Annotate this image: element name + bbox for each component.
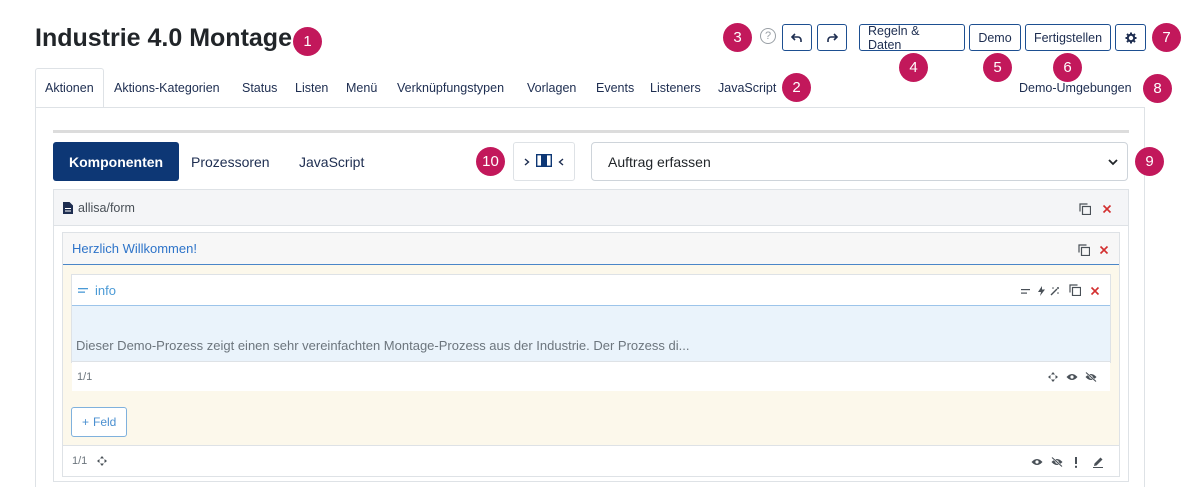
annotation-badge-8: 8: [1143, 74, 1172, 103]
tab-verknuepfungstypen[interactable]: Verknüpfungstypen: [397, 68, 504, 108]
eye-slash-icon[interactable]: [1084, 370, 1098, 384]
tab-menu[interactable]: Menü: [346, 68, 377, 108]
copy-icon[interactable]: [1078, 202, 1092, 216]
bolt-icon[interactable]: [1034, 284, 1048, 298]
divider: [53, 130, 1129, 133]
gear-icon: [1125, 32, 1136, 43]
eye-slash-icon[interactable]: [1050, 455, 1064, 469]
section-pager: 1/1: [72, 455, 88, 467]
field-footer: 1/1: [72, 361, 1110, 391]
section-title[interactable]: Herzlich Willkommen!: [72, 241, 197, 256]
annotation-badge-9: 9: [1135, 147, 1164, 176]
redo-button[interactable]: [817, 24, 847, 51]
delete-icon[interactable]: [1100, 202, 1114, 216]
field-info: info Dieser Demo-Prozess zeigt einen seh…: [71, 274, 1111, 391]
rules-data-button[interactable]: Regeln & Daten: [859, 24, 965, 52]
tab-status[interactable]: Status: [242, 68, 277, 108]
main-tabs: Aktionen Aktions-Kategorien Status Liste…: [35, 68, 1186, 108]
eye-icon[interactable]: [1030, 455, 1044, 469]
tab-javascript[interactable]: JavaScript: [718, 68, 776, 108]
subtab-prozessoren[interactable]: Prozessoren: [191, 142, 270, 181]
form-name: allisa/form: [78, 200, 135, 215]
exclamation-icon[interactable]: [1069, 455, 1083, 469]
align-icon[interactable]: [1018, 284, 1032, 298]
chevron-left-icon: [558, 155, 564, 169]
tab-aktionen[interactable]: Aktionen: [35, 68, 104, 108]
move-icon[interactable]: [97, 456, 108, 466]
tab-events[interactable]: Events: [596, 68, 634, 108]
section-header: Herzlich Willkommen!: [63, 233, 1119, 265]
section-footer: 1/1: [63, 445, 1119, 476]
tab-vorlagen[interactable]: Vorlagen: [527, 68, 576, 108]
chevron-right-icon: [524, 155, 530, 169]
copy-icon[interactable]: [1077, 243, 1091, 257]
undo-button[interactable]: [782, 24, 812, 51]
demo-button[interactable]: Demo: [969, 24, 1021, 51]
field-name[interactable]: info: [95, 283, 116, 298]
tab-aktions-kategorien[interactable]: Aktions-Kategorien: [114, 68, 220, 108]
form-section: Herzlich Willkommen! info Dieser Demo-Pr…: [62, 232, 1120, 477]
field-text-preview: Dieser Demo-Prozess zeigt einen sehr ver…: [76, 338, 690, 353]
copy-icon[interactable]: [1068, 283, 1082, 297]
field-body: Dieser Demo-Prozess zeigt einen sehr ver…: [72, 306, 1110, 361]
undo-icon: [791, 32, 802, 42]
subtab-komponenten[interactable]: Komponenten: [53, 142, 180, 181]
field-header: info: [72, 275, 1110, 306]
annotation-badge-10: 10: [476, 147, 505, 176]
action-select-value: Auftrag erfassen: [608, 153, 711, 170]
delete-icon[interactable]: [1097, 243, 1111, 257]
layout-toggle[interactable]: [513, 142, 575, 181]
finish-button[interactable]: Fertigstellen: [1025, 24, 1111, 51]
annotation-badge-7: 7: [1152, 23, 1181, 52]
annotation-badge-1: 1: [293, 27, 322, 56]
demo-environments-link[interactable]: Demo-Umgebungen: [1019, 68, 1132, 108]
annotation-badge-2: 2: [782, 73, 811, 102]
redo-icon: [827, 32, 838, 42]
help-icon[interactable]: ?: [760, 28, 776, 44]
field-pager: 1/1: [77, 370, 93, 383]
settings-button[interactable]: [1115, 24, 1146, 51]
edit-icon[interactable]: [1091, 455, 1105, 469]
tab-listen[interactable]: Listen: [295, 68, 328, 108]
add-field-label: Feld: [93, 415, 117, 429]
tab-listeners[interactable]: Listeners: [650, 68, 701, 108]
text-lines-icon: [78, 287, 88, 294]
plus-icon: +: [82, 415, 90, 429]
form-component: allisa/form Herzlich Willkommen! info Di…: [53, 189, 1129, 482]
move-icon[interactable]: [1046, 370, 1060, 384]
delete-icon[interactable]: [1088, 284, 1102, 298]
document-icon: [63, 201, 73, 214]
action-select[interactable]: Auftrag erfassen: [591, 142, 1128, 181]
eye-icon[interactable]: [1065, 370, 1079, 384]
magic-icon[interactable]: [1048, 284, 1062, 298]
columns-icon: [535, 153, 553, 170]
subtab-javascript[interactable]: JavaScript: [299, 142, 364, 181]
form-header: allisa/form: [54, 190, 1128, 226]
chevron-down-icon: [1107, 155, 1119, 171]
annotation-badge-3: 3: [723, 23, 752, 52]
add-field-button[interactable]: + Feld: [71, 407, 128, 437]
page-title: Industrie 4.0 Montage: [35, 24, 292, 52]
